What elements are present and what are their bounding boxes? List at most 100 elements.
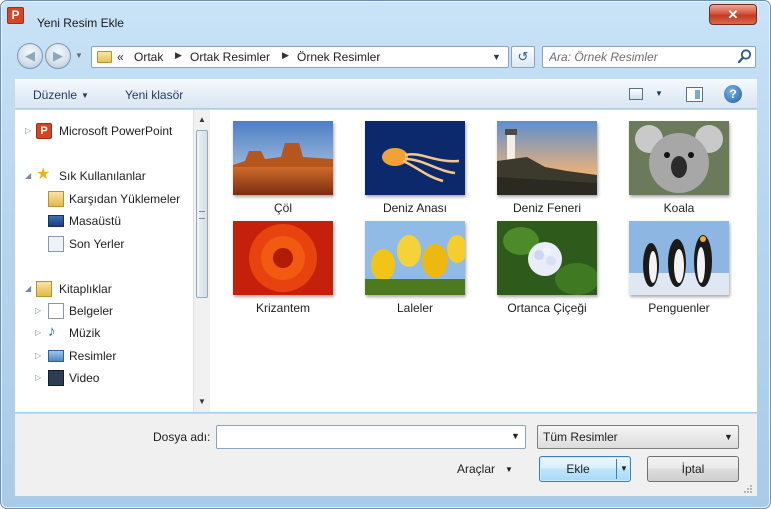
- file-name: Çöl: [273, 201, 292, 215]
- file-name: Deniz Anası: [382, 201, 448, 215]
- navigation-bar: ◀ ▶ ▼ « Ortak ▶ Ortak Resimler ▶ Örnek R…: [15, 43, 757, 73]
- search-box[interactable]: [542, 46, 756, 68]
- insert-split-button[interactable]: Ekle ▼: [539, 456, 631, 482]
- breadcrumb-separator-icon[interactable]: ▶: [175, 50, 182, 61]
- file-item-lighthouse[interactable]: Deniz Feneri: [487, 121, 607, 221]
- breadcrumb-ornek-resimler[interactable]: Örnek Resimler: [297, 50, 380, 64]
- tools-label: Araçlar: [457, 462, 496, 476]
- music-icon: ♪: [48, 323, 56, 340]
- back-button[interactable]: ◀: [17, 43, 43, 69]
- cancel-button[interactable]: İptal: [647, 456, 739, 482]
- refresh-button[interactable]: ↺: [511, 46, 535, 68]
- file-type-value: Tüm Resimler: [543, 430, 618, 444]
- desktop-icon: [48, 215, 64, 227]
- recent-places-icon: [48, 236, 64, 252]
- collapse-arrow-icon[interactable]: ◢: [25, 284, 31, 293]
- file-item-desert[interactable]: Çöl: [223, 121, 343, 221]
- folder-icon: [97, 51, 112, 63]
- sidebar-item-label: Son Yerler: [69, 237, 125, 251]
- filename-combobox[interactable]: ▼: [216, 425, 526, 449]
- file-name: Penguenler: [648, 301, 710, 315]
- tools-menu[interactable]: Araçlar ▼: [457, 462, 513, 476]
- sidebar-item-label: Belgeler: [69, 304, 114, 318]
- koala-thumbnail: [629, 121, 729, 195]
- sidebar-item-label: Masaüstü: [69, 214, 122, 228]
- address-bar[interactable]: « Ortak ▶ Ortak Resimler ▶ Örnek Resimle…: [91, 46, 509, 68]
- star-icon: ★: [36, 166, 51, 183]
- desert-thumbnail: [233, 121, 333, 195]
- scroll-down-icon[interactable]: ▼: [194, 394, 210, 410]
- split-divider: [616, 459, 617, 479]
- main-area: ▷ P Microsoft PowerPoint ◢ ★ Sık Kullanı…: [15, 110, 757, 412]
- search-input[interactable]: [549, 49, 729, 65]
- file-item-koala[interactable]: Koala: [619, 121, 739, 221]
- sidebar-item-label: Sık Kullanılanlar: [59, 169, 146, 183]
- view-options-dropdown-icon[interactable]: ▼: [655, 89, 663, 98]
- expand-arrow-icon[interactable]: ▷: [35, 306, 41, 315]
- file-item-chrysanthemum[interactable]: Krizantem: [223, 221, 343, 321]
- collapse-arrow-icon[interactable]: ◢: [25, 171, 31, 180]
- sidebar-scrollbar[interactable]: ▲ ▼: [193, 110, 210, 412]
- help-icon[interactable]: ?: [724, 85, 742, 103]
- file-item-penguins[interactable]: Penguenler: [619, 221, 739, 321]
- scroll-up-icon[interactable]: ▲: [194, 112, 210, 128]
- insert-button-label: Ekle: [566, 462, 590, 476]
- forward-button[interactable]: ▶: [45, 43, 71, 69]
- video-icon: [48, 370, 64, 386]
- command-toolbar: Düzenle ▼ Yeni klasör ▼ ?: [15, 79, 757, 109]
- file-name: Krizantem: [255, 301, 311, 315]
- expand-arrow-icon[interactable]: ▷: [25, 126, 31, 135]
- file-list: Çöl Deniz Anası Deniz Feneri Koala Kriza…: [211, 110, 757, 412]
- organize-label: Düzenle: [33, 88, 78, 102]
- expand-arrow-icon[interactable]: ▷: [35, 373, 41, 382]
- file-selection-panel: Dosya adı: ▼ Tüm Resimler ▼ Araçlar ▼ Ekl…: [15, 413, 757, 496]
- file-item-jellyfish[interactable]: Deniz Anası: [355, 121, 475, 221]
- chevron-down-icon: ▼: [81, 91, 89, 100]
- chevron-down-icon: ▼: [505, 465, 513, 474]
- lighthouse-thumbnail: [497, 121, 597, 195]
- chevron-down-icon[interactable]: ▼: [511, 431, 520, 441]
- file-item-hydrangeas[interactable]: Ortanca Çiçeği: [487, 221, 607, 321]
- file-type-filter[interactable]: Tüm Resimler ▼: [537, 425, 739, 449]
- file-name: Ortanca Çiçeği: [507, 301, 587, 315]
- file-name: Koala: [663, 201, 695, 215]
- downloads-icon: [48, 191, 64, 207]
- change-view-icon[interactable]: [629, 88, 643, 100]
- breadcrumb-overflow[interactable]: «: [117, 50, 124, 64]
- filename-input[interactable]: [221, 429, 501, 445]
- organize-menu[interactable]: Düzenle ▼: [33, 88, 89, 102]
- breadcrumb-ortak[interactable]: Ortak: [134, 50, 163, 64]
- powerpoint-icon: P: [36, 123, 52, 139]
- search-icon[interactable]: [737, 48, 753, 64]
- jellyfish-thumbnail: [365, 121, 465, 195]
- navigation-pane: ▷ P Microsoft PowerPoint ◢ ★ Sık Kullanı…: [15, 110, 210, 412]
- dialog-title: Yeni Resim Ekle: [37, 16, 124, 30]
- sidebar-item-label: Karşıdan Yüklemeler: [69, 192, 181, 206]
- resize-grip-icon[interactable]: [743, 484, 753, 494]
- new-folder-button[interactable]: Yeni klasör: [125, 88, 183, 102]
- expand-arrow-icon[interactable]: ▷: [35, 351, 41, 360]
- file-name: Laleler: [396, 301, 434, 315]
- sidebar-item-label: Video: [69, 371, 100, 385]
- sidebar-item-label: Müzik: [69, 326, 101, 340]
- recent-pages-dropdown[interactable]: ▼: [75, 51, 83, 60]
- close-button[interactable]: ✕: [709, 4, 757, 25]
- chevron-down-icon[interactable]: ▼: [724, 432, 733, 442]
- forward-arrow-icon: ▶: [53, 48, 63, 63]
- pictures-icon: [48, 350, 64, 362]
- expand-arrow-icon[interactable]: ▷: [35, 328, 41, 337]
- hydrangeas-thumbnail: [497, 221, 597, 295]
- sidebar-item-label: Microsoft PowerPoint: [59, 124, 173, 138]
- filename-label: Dosya adı:: [153, 430, 211, 444]
- breadcrumb-ortak-resimler[interactable]: Ortak Resimler: [190, 50, 270, 64]
- tulips-thumbnail: [365, 221, 465, 295]
- breadcrumb-separator-icon[interactable]: ▶: [282, 50, 289, 61]
- sidebar-item-label: Kitaplıklar: [59, 282, 112, 296]
- address-dropdown-icon[interactable]: ▼: [492, 52, 501, 62]
- scrollbar-thumb[interactable]: [196, 130, 208, 298]
- insert-options-dropdown-icon[interactable]: ▼: [620, 464, 628, 473]
- preview-pane-icon[interactable]: [686, 87, 703, 102]
- back-arrow-icon: ◀: [25, 48, 35, 63]
- dialog-window: P Yeni Resim Ekle ✕ ◀ ▶ ▼ « Ortak ▶ Orta…: [0, 0, 771, 509]
- file-item-tulips[interactable]: Laleler: [355, 221, 475, 321]
